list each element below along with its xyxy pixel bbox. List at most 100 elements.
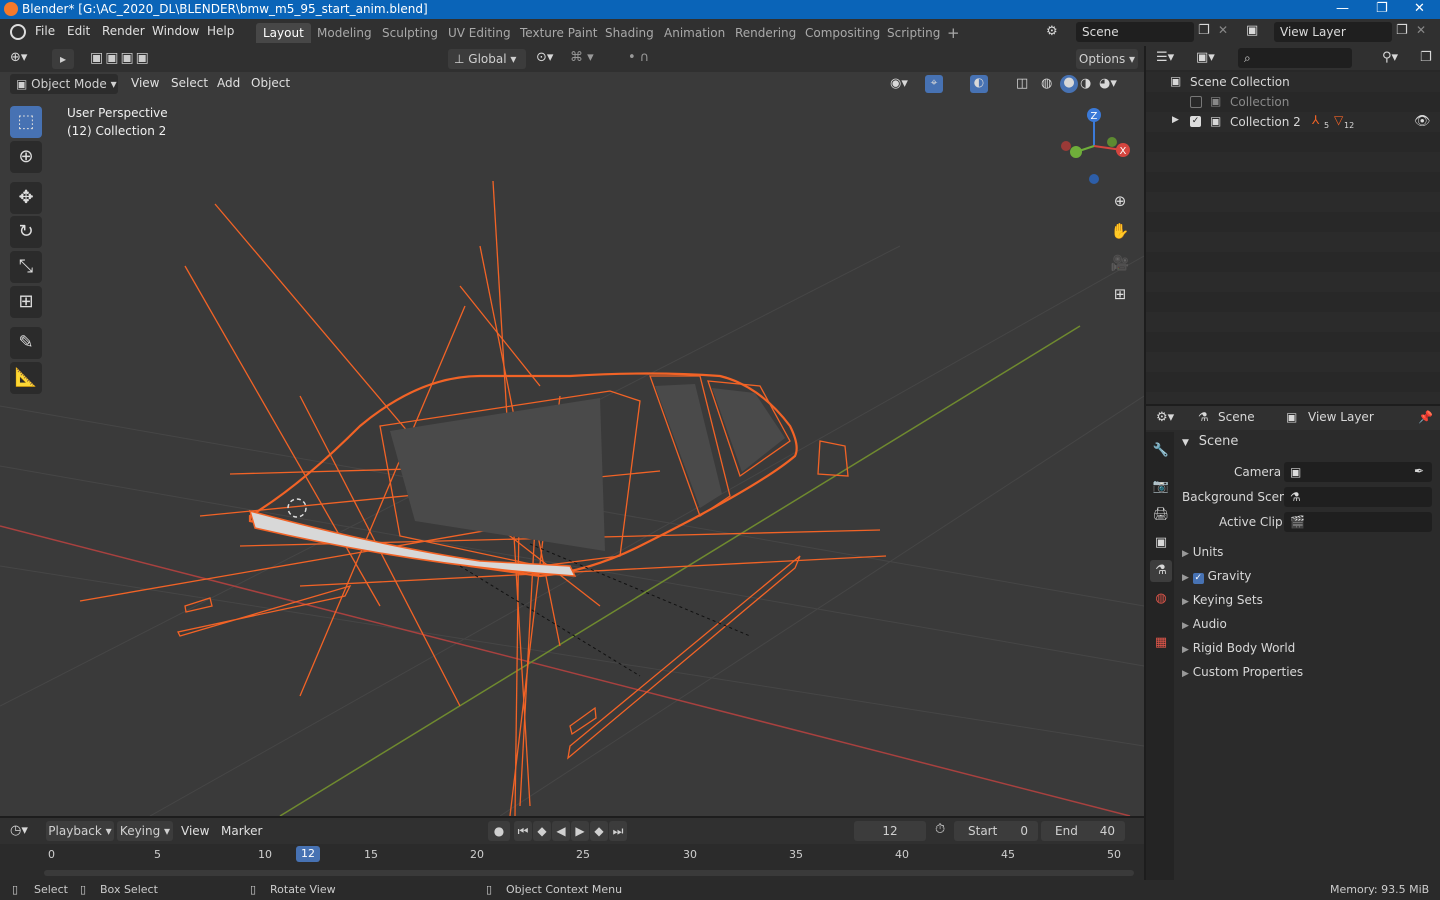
- visibility-eye-icon[interactable]: 👁: [1414, 114, 1431, 129]
- move-tool[interactable]: ✥: [10, 182, 42, 214]
- tab-layout[interactable]: Layout: [256, 23, 311, 43]
- outliner-editor-type-icon[interactable]: ☰▾: [1156, 50, 1174, 65]
- editor-type-icon[interactable]: ⊕▾: [10, 50, 27, 65]
- pivot-point-icon[interactable]: ⊙▾: [536, 50, 553, 65]
- output-tab-icon[interactable]: 🖨: [1150, 504, 1172, 526]
- remove-view-layer-icon[interactable]: ✕: [1416, 23, 1426, 37]
- scene-tab-icon[interactable]: ⚗: [1150, 560, 1172, 582]
- perspective-toggle-icon[interactable]: ⊞: [1108, 282, 1132, 306]
- keying-dropdown[interactable]: Keying ▾: [117, 821, 173, 841]
- viewport-menu-select[interactable]: Select: [171, 76, 208, 90]
- gizmo-toggle-icon[interactable]: ⌖: [925, 75, 943, 93]
- xray-toggle-icon[interactable]: ◫: [1016, 76, 1028, 91]
- collection-2-checkbox[interactable]: ✓: [1190, 116, 1201, 127]
- outliner-search-field[interactable]: ⌕: [1238, 48, 1352, 68]
- viewport-menu-add[interactable]: Add: [217, 76, 240, 90]
- view-layer-tab-icon[interactable]: ▣: [1150, 532, 1172, 554]
- timeline-scrollbar[interactable]: [44, 870, 1134, 876]
- rigid-body-world-subpanel[interactable]: ▶ Rigid Body World: [1182, 641, 1295, 655]
- pan-hand-icon[interactable]: ✋: [1108, 219, 1132, 243]
- snap-icon[interactable]: ⌘ ▾: [570, 50, 594, 65]
- scene-panel-header[interactable]: ▼ Scene: [1182, 434, 1432, 449]
- playhead[interactable]: 12: [296, 846, 320, 862]
- record-button[interactable]: ●: [488, 821, 510, 841]
- gravity-checkbox[interactable]: ✓: [1192, 573, 1204, 584]
- tab-scripting[interactable]: Scripting: [880, 23, 947, 43]
- texture-tab-icon[interactable]: ▦: [1150, 632, 1172, 654]
- tab-sculpting[interactable]: Sculpting: [375, 23, 445, 43]
- scene-collection-row[interactable]: ▣ Scene Collection: [1146, 72, 1440, 92]
- stopwatch-icon[interactable]: ⏱: [935, 822, 945, 837]
- timeline-menu-marker[interactable]: Marker: [221, 824, 262, 838]
- pin-icon[interactable]: 📌: [1418, 410, 1433, 424]
- world-tab-icon[interactable]: ◍: [1150, 588, 1172, 610]
- jump-keyframe-back-button[interactable]: ◆: [533, 821, 551, 841]
- tab-rendering[interactable]: Rendering: [728, 23, 803, 43]
- menu-file[interactable]: File: [35, 24, 55, 38]
- collection-2-row[interactable]: ▶ ✓ ▣ Collection 2 ⅄ 5 ▽ 12 👁: [1146, 112, 1440, 132]
- menu-render[interactable]: Render: [102, 24, 145, 38]
- rendered-shading-icon[interactable]: ◕▾: [1099, 76, 1117, 91]
- play-reverse-button[interactable]: ◀: [552, 821, 570, 841]
- annotate-tool[interactable]: ✎: [10, 327, 42, 359]
- view-layer-icon[interactable]: ▣: [1246, 23, 1258, 38]
- custom-properties-subpanel[interactable]: ▶ Custom Properties: [1182, 665, 1303, 679]
- playback-dropdown[interactable]: Playback ▾: [46, 821, 114, 841]
- zoom-icon[interactable]: ⊕: [1108, 189, 1132, 213]
- proportional-editing-icon[interactable]: • ∩: [628, 50, 649, 65]
- tool-tab-icon[interactable]: 🔧: [1150, 440, 1172, 462]
- jump-start-button[interactable]: ⏮: [514, 821, 532, 841]
- end-frame-field[interactable]: End 40: [1041, 821, 1125, 841]
- filter-icon[interactable]: ⚲▾: [1382, 50, 1398, 65]
- menu-window[interactable]: Window: [152, 24, 199, 38]
- remove-scene-icon[interactable]: ✕: [1218, 23, 1228, 37]
- rotate-tool[interactable]: ↻: [10, 216, 42, 248]
- 3d-viewport[interactable]: ⊕▾ ▸ ▣▣▣▣ ⊥ Global ▾ ⊙▾ ⌘ ▾ • ∩ Options …: [0, 46, 1144, 816]
- tab-compositing[interactable]: Compositing: [798, 23, 887, 43]
- cursor-tool[interactable]: ⊕: [10, 141, 42, 173]
- options-dropdown[interactable]: Options ▾: [1076, 49, 1138, 69]
- 3d-cursor[interactable]: [287, 498, 307, 518]
- tab-modeling[interactable]: Modeling: [310, 23, 379, 43]
- properties-editor-type-icon[interactable]: ⚙▾: [1156, 410, 1174, 425]
- menu-edit[interactable]: Edit: [67, 24, 90, 38]
- menu-help[interactable]: Help: [207, 24, 234, 38]
- transform-orientation-dropdown[interactable]: ⊥ Global ▾: [448, 49, 526, 69]
- display-mode-icon[interactable]: ▣▾: [1196, 50, 1215, 65]
- background-scene-field[interactable]: ⚗: [1284, 487, 1432, 507]
- jump-end-button[interactable]: ⏭: [609, 821, 627, 841]
- new-scene-icon[interactable]: ❐: [1198, 23, 1210, 38]
- material-shading-icon[interactable]: ◑: [1080, 76, 1091, 91]
- select-mode-icons[interactable]: ▣▣▣▣: [90, 50, 151, 66]
- play-button[interactable]: ▶: [571, 821, 589, 841]
- units-subpanel[interactable]: ▶ Units: [1182, 545, 1223, 559]
- tab-uv-editing[interactable]: UV Editing: [441, 23, 518, 43]
- gravity-subpanel[interactable]: ▶ ✓ Gravity: [1182, 569, 1251, 584]
- expand-arrow-icon[interactable]: ▶: [1172, 115, 1179, 125]
- collection-exclude-checkbox[interactable]: [1190, 96, 1202, 108]
- active-clip-field[interactable]: 🎬: [1284, 512, 1432, 532]
- minimize-button[interactable]: —: [1336, 1, 1349, 16]
- timeline-menu-view[interactable]: View: [181, 824, 209, 838]
- view-layer-field[interactable]: View Layer: [1274, 22, 1392, 42]
- scale-tool[interactable]: ⤡: [10, 251, 42, 283]
- eyedropper-icon[interactable]: ✒: [1414, 464, 1424, 478]
- maximize-button[interactable]: ❐: [1376, 1, 1388, 16]
- select-box-tool[interactable]: ⬚: [10, 106, 42, 138]
- viewport-menu-view[interactable]: View: [131, 76, 159, 90]
- jump-keyframe-forward-button[interactable]: ◆: [590, 821, 608, 841]
- object-mode-dropdown[interactable]: ▣ Object Mode ▾: [10, 74, 118, 94]
- collection-row[interactable]: ▣ Collection: [1146, 92, 1440, 112]
- tab-shading[interactable]: Shading: [598, 23, 661, 43]
- render-tab-icon[interactable]: 📷: [1150, 476, 1172, 498]
- tab-animation[interactable]: Animation: [657, 23, 732, 43]
- wireframe-shading-icon[interactable]: ◍: [1041, 76, 1052, 91]
- new-collection-icon[interactable]: ❐: [1420, 50, 1432, 65]
- solid-shading-icon[interactable]: ●: [1060, 75, 1078, 93]
- visibility-icon[interactable]: ◉▾: [890, 76, 908, 91]
- overlay-toggle-icon[interactable]: ◐: [970, 75, 988, 93]
- navigation-gizmo[interactable]: Z X: [1050, 104, 1140, 194]
- transform-tool[interactable]: ⊞: [10, 286, 42, 318]
- new-view-layer-icon[interactable]: ❐: [1396, 23, 1408, 38]
- scene-icon[interactable]: ⚙: [1046, 24, 1058, 39]
